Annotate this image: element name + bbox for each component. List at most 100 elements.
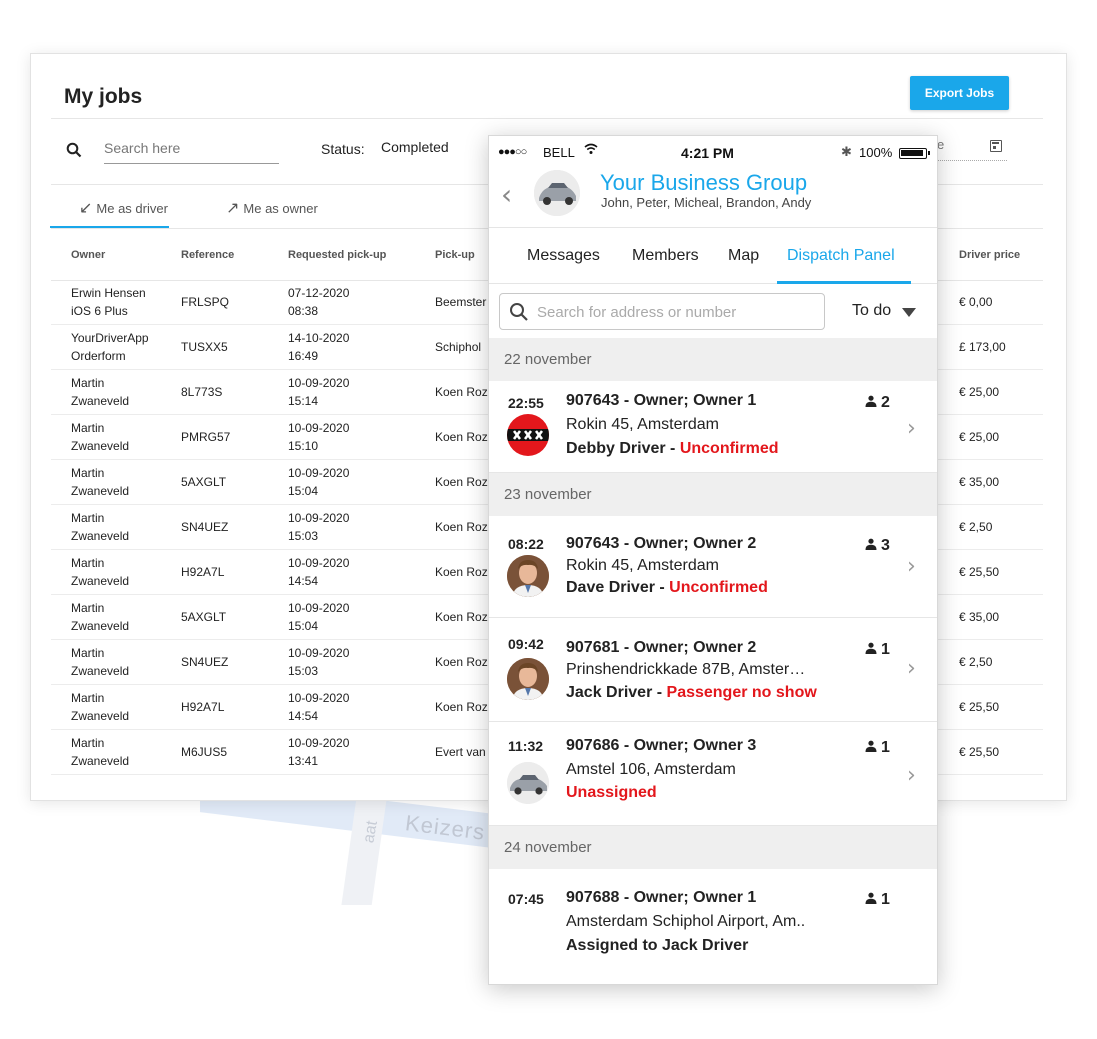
dispatch-list-item[interactable]: 08:22 907643 - Owner; Owner 2 Rokin 45, Am… [489,516,937,618]
address-search-input[interactable]: Search for address or number [499,293,825,330]
dispatch-list-item[interactable]: 07:45 907688 - Owner; Owner 1 Amsterdam Sc… [489,869,937,984]
cell-requested-pickup: 10-09-2020 15:03 [288,646,350,678]
cell-reference: H92A7L [181,565,225,579]
chevron-right-icon[interactable]: › [907,656,916,681]
person-icon [865,641,877,659]
cell-pickup: Beemster [435,295,487,309]
filter-select[interactable]: To do [852,302,891,320]
cell-driver-price: € 25,50 [959,700,1000,714]
job-title: 907643 - Owner; Owner 2 [566,535,757,552]
job-driver-status: Unassigned [566,784,657,802]
cell-pickup: Koen Roz [435,565,488,579]
calendar-icon[interactable] [990,140,1002,152]
job-driver-status: Debby Driver - Unconfirmed [566,440,779,457]
cell-pickup: Schiphol [435,340,482,354]
passenger-count: 1 [865,891,890,909]
passenger-count: 1 [865,641,890,659]
status-text: Passenger no show [666,684,817,701]
job-address: Rokin 45, Amsterdam [566,416,719,433]
cell-driver-price: € 2,50 [959,655,993,669]
cell-owner: Martin Zwaneveld [71,511,130,543]
car-avatar [507,762,549,804]
group-title: Your Business Group [600,170,808,195]
tab-me-as-driver[interactable]: ↙ Me as driver [79,198,168,218]
column-header-owner[interactable]: Owner [71,249,105,261]
job-title: 907686 - Owner; Owner 3 [566,737,757,754]
tab-members[interactable]: Members [632,247,699,265]
cell-requested-pickup: 10-09-2020 14:54 [288,691,350,723]
cell-reference: SN4UEZ [181,520,229,534]
group-avatar [534,170,580,216]
dispatch-list-item[interactable]: 22:55 907643 - Owner; Owner 1 Rokin 45, Am… [489,381,937,473]
pickup-time: 08:22 [508,536,544,552]
chevron-right-icon[interactable]: › [907,416,916,441]
cell-driver-price: € 0,00 [959,295,993,309]
cell-pickup: Koen Roz [435,520,488,534]
cell-pickup: Koen Roz [435,610,488,624]
cell-owner: Martin Zwaneveld [71,466,130,498]
cell-owner: YourDriverApp Orderform [71,331,149,363]
divider [51,118,1043,119]
pickup-time: 07:45 [508,891,544,907]
cell-pickup: Koen Roz [435,430,488,444]
status-select[interactable]: Completed [381,139,501,155]
status-label: Status: [321,141,365,157]
cell-reference: SN4UEZ [181,655,229,669]
cell-pickup: Koen Roz [435,475,488,489]
job-title: 907681 - Owner; Owner 2 [566,639,757,656]
cell-driver-price: € 25,50 [959,565,1000,579]
column-header-reference[interactable]: Reference [181,249,234,261]
arrow-up-right-icon: ↗ [226,200,240,217]
cell-reference: 8L773S [181,385,223,399]
cell-owner: Martin Zwaneveld [71,691,130,723]
cell-reference: 5AXGLT [181,610,227,624]
cell-requested-pickup: 10-09-2020 15:03 [288,511,350,543]
cell-driver-price: £ 173,00 [959,340,1006,354]
job-driver-status: Assigned to Jack Driver [566,937,749,954]
tab-messages[interactable]: Messages [527,247,600,265]
column-header-driver-price[interactable]: Driver price [959,249,1020,261]
wifi-icon [584,142,598,158]
caret-down-icon[interactable] [902,308,916,317]
date-section-header: 22 november [489,338,937,381]
battery-icon [899,148,930,159]
chevron-right-icon[interactable]: › [907,763,916,788]
driver-avatar [507,658,549,700]
status-text: Unconfirmed [679,440,779,457]
column-header-requested-pickup[interactable]: Requested pick-up [288,249,386,261]
back-chevron-icon[interactable]: ‹ [501,178,512,211]
passenger-count: 1 [865,739,890,757]
dispatch-list-item[interactable]: 09:42 907681 - Owner; Owner 2 Prinshendric… [489,618,937,722]
group-members: John, Peter, Micheal, Brandon, Andy [601,195,812,210]
chevron-right-icon[interactable]: › [907,554,916,579]
tab-me-as-owner[interactable]: ↗ Me as owner [226,198,318,218]
dispatch-list-item[interactable]: 11:32 907686 - Owner; Owner 3 Amstel 106, … [489,722,937,826]
tab-dispatch-panel[interactable]: Dispatch Panel [787,247,895,265]
search-input[interactable]: Search here [104,136,279,164]
date-section-header: 23 november [489,473,937,516]
status-text: Unconfirmed [669,579,768,596]
job-title: 907688 - Owner; Owner 1 [566,889,757,906]
cell-requested-pickup: 10-09-2020 14:54 [288,556,350,588]
passenger-count: 3 [865,537,890,555]
cell-driver-price: € 35,00 [959,475,1000,489]
signal-strength-icon: ●●●○○ [498,146,527,158]
export-jobs-button[interactable]: Export Jobs [910,76,1009,110]
date-section-header: 24 november [489,826,937,869]
job-driver-status: Dave Driver - Unconfirmed [566,579,768,596]
cell-requested-pickup: 07-12-2020 08:38 [288,286,350,318]
column-header-pickup[interactable]: Pick-up [435,249,475,261]
cell-owner: Erwin Hensen iOS 6 Plus [71,286,146,318]
tab-label: Me as owner [243,200,318,216]
cell-reference: FRLSPQ [181,295,230,309]
cell-reference: M6JUS5 [181,745,228,759]
amsterdam-logo-icon [507,414,549,456]
tab-map[interactable]: Map [728,247,759,265]
cell-requested-pickup: 14-10-2020 16:49 [288,331,350,363]
tab-label: Me as driver [96,200,168,216]
job-address: Prinshendrickkade 87B, Amster… [566,661,806,678]
driver-avatar [507,555,549,597]
search-icon [510,303,528,321]
cell-pickup: Evert van [435,745,486,759]
job-address: Rokin 45, Amsterdam [566,557,719,574]
